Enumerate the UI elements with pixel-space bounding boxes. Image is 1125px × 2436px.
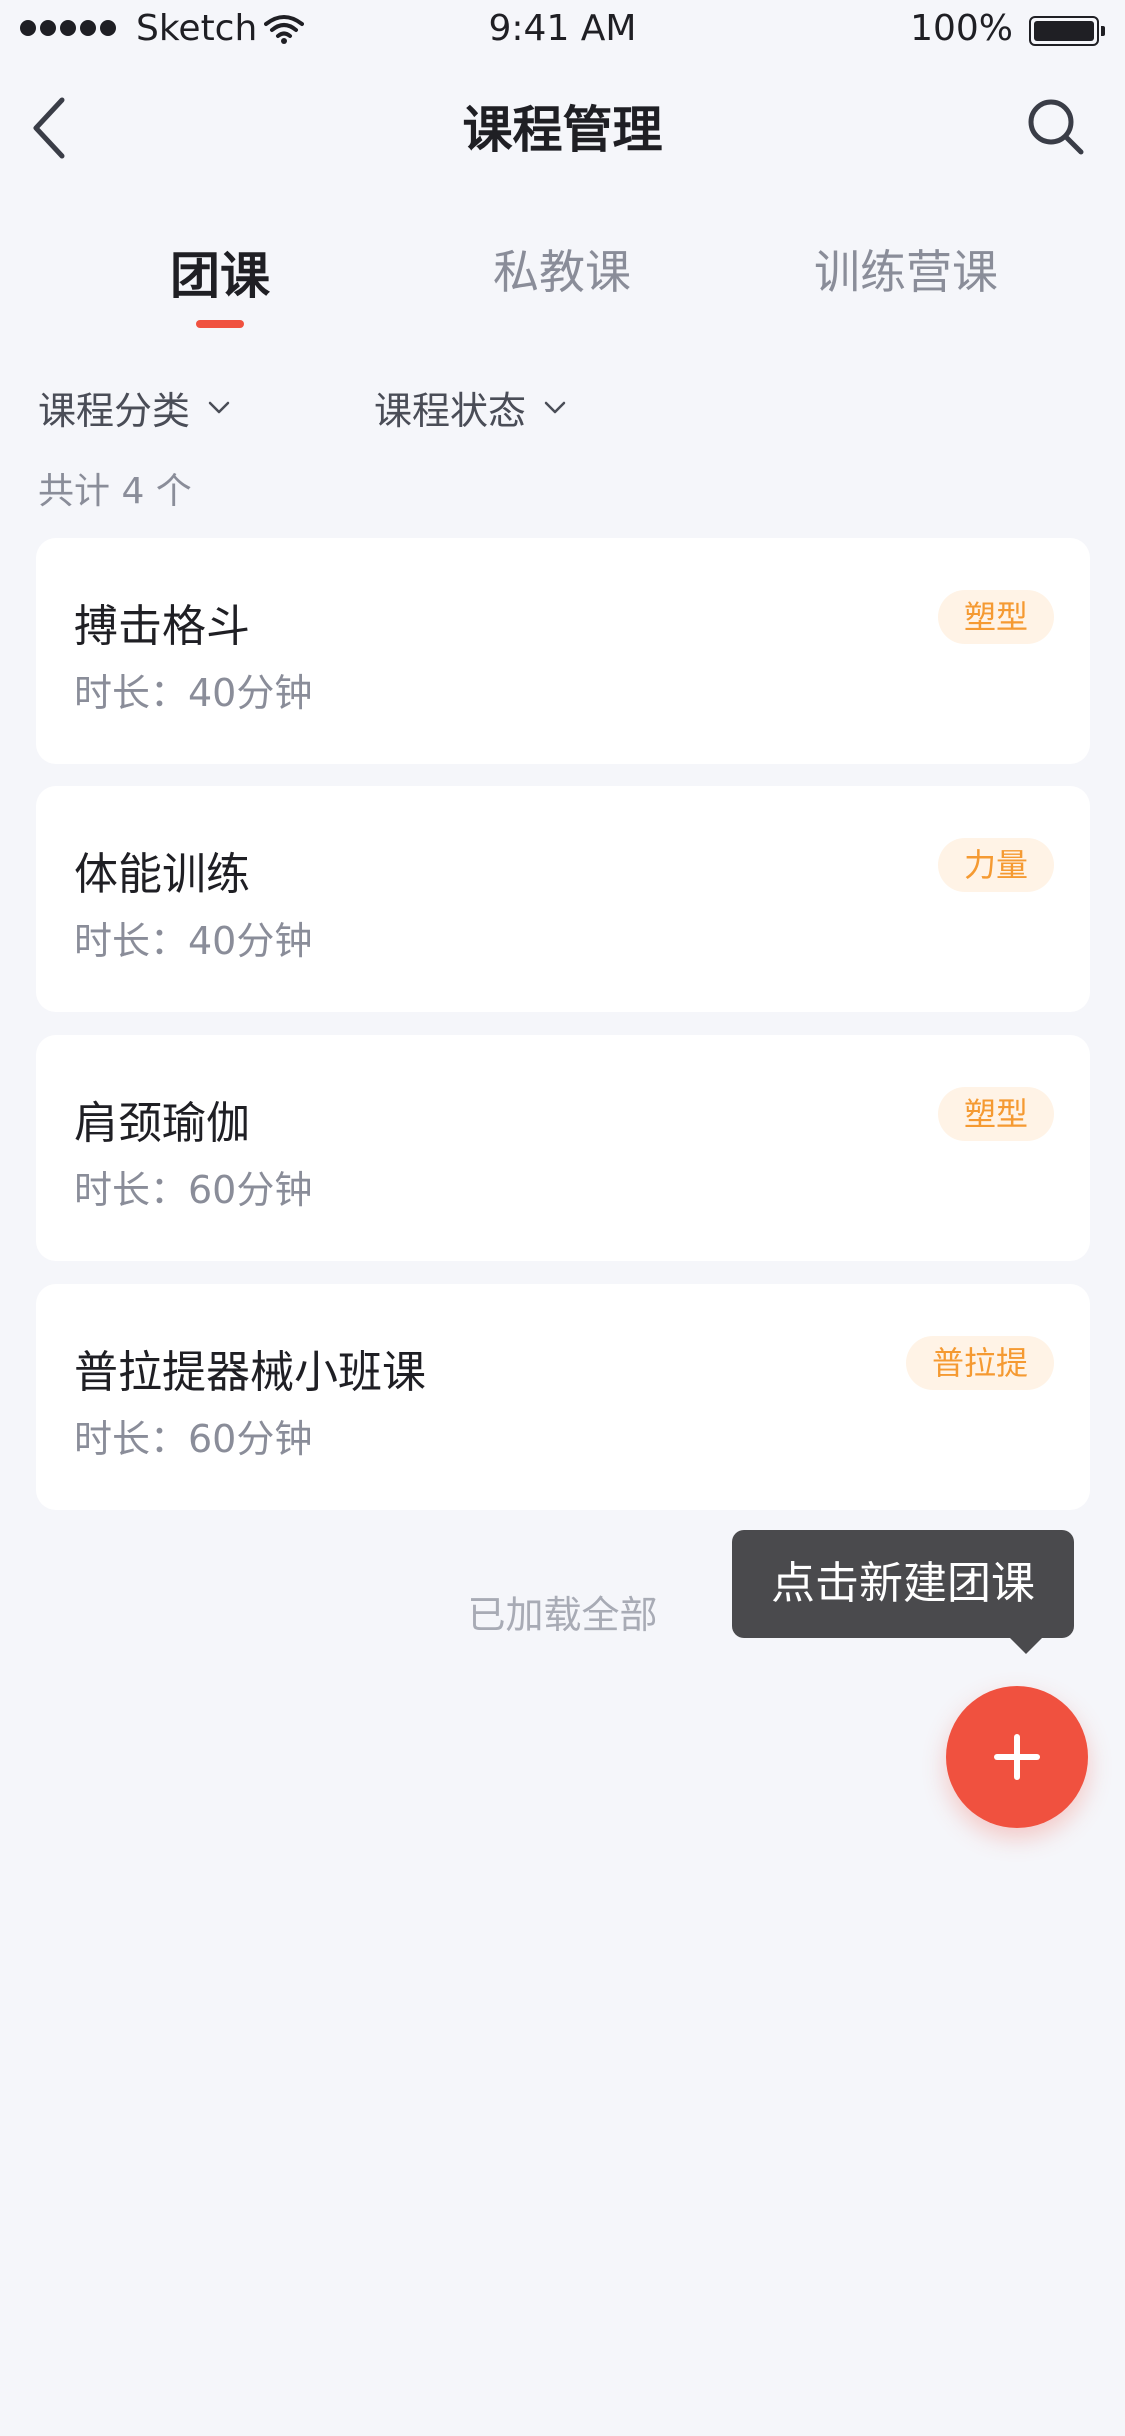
active-tab-indicator [196,320,244,328]
total-count: 共计 4 个 [38,471,192,512]
tooltip-arrow [1008,1636,1044,1654]
course-duration: 时长：60分钟 [74,1168,313,1212]
course-card[interactable]: 体能训练 时长：40分钟 力量 [36,786,1090,1012]
course-management-screen: Sketch 9:41 AM 100% 课程管理 团课 私教课 训练营课 课程分… [0,0,1125,2436]
course-name: 体能训练 [74,849,250,900]
battery-percentage: 100% [910,8,1013,49]
course-tag: 普拉提 [905,1336,1054,1390]
tab-bootcamp-class[interactable]: 训练营课 [756,236,1056,302]
battery-icon [1029,16,1105,46]
course-duration: 时长：60分钟 [74,1417,313,1461]
chevron-down-icon [208,401,230,413]
search-icon[interactable] [1023,94,1087,158]
status-filter[interactable]: 课程状态 [374,380,566,435]
page-title: 课程管理 [462,101,663,159]
course-card[interactable]: 普拉提器械小班课 时长：60分钟 普拉提 [36,1284,1090,1510]
course-tag: 塑型 [937,590,1054,644]
tab-group-class[interactable]: 团课 [70,236,370,308]
navigation-bar: 课程管理 [0,80,1125,170]
course-tag: 力量 [937,838,1054,892]
course-name: 普拉提器械小班课 [74,1347,426,1398]
category-filter-label: 课程分类 [38,389,191,433]
course-card[interactable]: 搏击格斗 时长：40分钟 塑型 [36,538,1090,764]
status-bar: Sketch 9:41 AM 100% [0,0,1125,60]
status-filter-label: 课程状态 [374,389,527,433]
course-card[interactable]: 肩颈瑜伽 时长：60分钟 塑型 [36,1035,1090,1261]
course-duration: 时长：40分钟 [74,671,313,715]
course-tag: 塑型 [937,1087,1054,1141]
tab-private-class[interactable]: 私教课 [412,236,712,302]
create-course-tooltip: 点击新建团课 [732,1530,1074,1638]
course-type-tabs: 团课 私教课 训练营课 [0,236,1125,336]
add-course-button[interactable] [946,1686,1088,1828]
chevron-down-icon [544,401,566,413]
category-filter[interactable]: 课程分类 [38,380,230,435]
course-name: 肩颈瑜伽 [74,1098,250,1149]
course-name: 搏击格斗 [74,601,250,652]
course-duration: 时长：40分钟 [74,919,313,963]
